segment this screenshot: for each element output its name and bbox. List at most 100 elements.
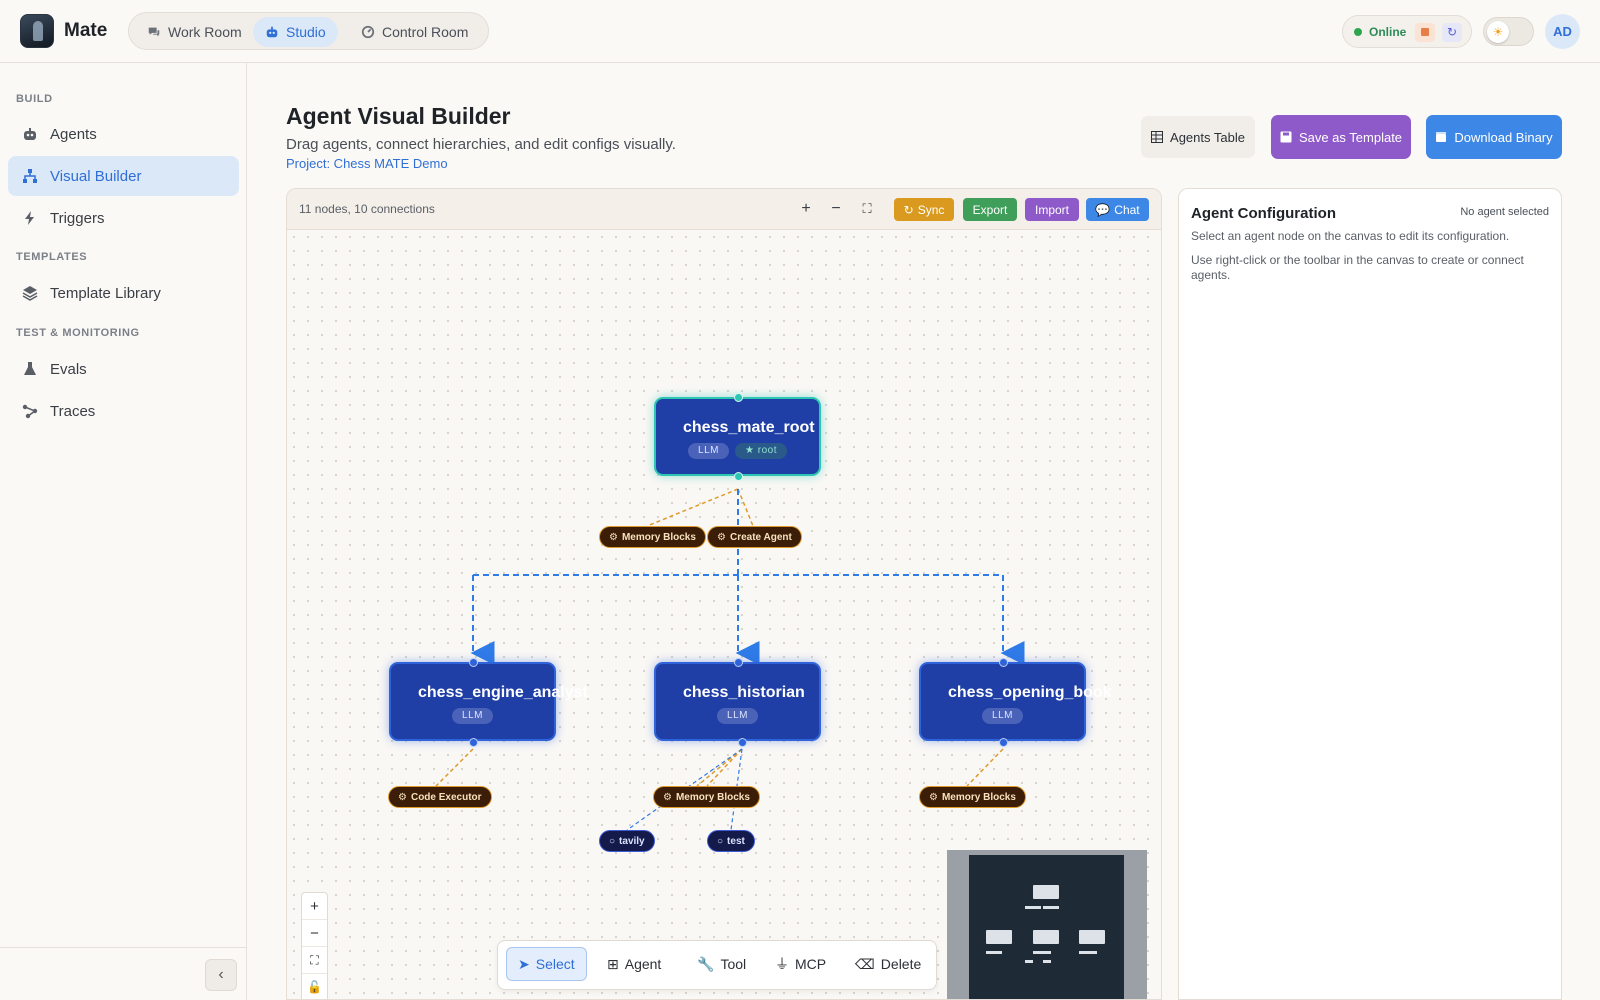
sync-button[interactable]: ↻ Sync — [894, 198, 954, 221]
tool-chip-memory-blocks[interactable]: ⚙ Memory Blocks — [919, 786, 1026, 808]
config-hint: Select an agent node on the canvas to ed… — [1191, 229, 1510, 243]
mcp-icon: ○ — [609, 835, 616, 847]
zoom-out-button[interactable]: − — [824, 197, 848, 221]
zoom-in-button[interactable]: + — [302, 893, 327, 920]
sidebar-item-triggers[interactable]: Triggers — [8, 198, 239, 238]
project-link[interactable]: Project: Chess MATE Demo — [286, 156, 448, 171]
graph-canvas[interactable]: chess_mate_root LLM ★ root chess_engine_… — [287, 230, 1161, 999]
user-avatar[interactable]: AD — [1545, 14, 1580, 49]
fit-view-button[interactable]: ⛶ — [302, 947, 327, 974]
refresh-button[interactable]: ↻ — [1442, 23, 1462, 42]
mode-tool[interactable]: 🔧 Tool — [686, 947, 757, 981]
export-button[interactable]: Export — [963, 198, 1017, 221]
minimap-node — [986, 930, 1012, 944]
minimap-node — [1033, 885, 1059, 899]
config-hint: Use right-click or the toolbar in the ca… — [1191, 253, 1524, 282]
mode-delete[interactable]: ⌫ Delete — [844, 947, 932, 981]
node-output-port[interactable] — [999, 738, 1008, 747]
tool-chip-memory-blocks[interactable]: ⚙ Memory Blocks — [653, 786, 760, 808]
tab-studio[interactable]: Studio — [253, 17, 338, 47]
mode-agent[interactable]: ⊞ Agent — [596, 947, 672, 981]
minimap[interactable] — [947, 850, 1147, 999]
agent-node-opening-book[interactable]: chess_opening_book LLM — [919, 662, 1112, 741]
mode-select[interactable]: ➤ Select — [506, 947, 587, 981]
node-input-port[interactable] — [999, 658, 1008, 667]
plus-square-icon: ⊞ — [607, 955, 619, 972]
chip-label: Memory Blocks — [675, 791, 750, 803]
import-button[interactable]: Import — [1025, 198, 1079, 221]
sidebar-item-label: Agents — [50, 125, 97, 143]
llm-badge: LLM — [688, 443, 729, 459]
mcp-chip-test[interactable]: ○ test — [707, 830, 755, 852]
tool-icon: ⚙ — [609, 531, 618, 543]
tool-chip-code-executor[interactable]: ⚙ Code Executor — [388, 786, 492, 808]
tool-chip-memory-blocks[interactable]: ⚙ Memory Blocks — [599, 526, 706, 548]
tool-icon: ⚙ — [929, 791, 938, 803]
node-output-port[interactable] — [738, 738, 747, 747]
sidebar-item-template-library[interactable]: Template Library — [8, 273, 239, 313]
minimap-chip — [1043, 960, 1051, 963]
top-bar: Mate Work Room Studio Control Room Onlin… — [0, 0, 1600, 63]
lock-button[interactable]: 🔓 — [302, 974, 327, 999]
sidebar-item-evals[interactable]: Evals — [8, 349, 239, 389]
collapse-sidebar-button[interactable]: ‹ — [205, 959, 237, 991]
agent-node-engine-analyst[interactable]: chess_engine_analyst LLM — [389, 662, 588, 741]
chip-label: Memory Blocks — [941, 791, 1016, 803]
hierarchy-icon — [22, 168, 38, 184]
minimap-node — [1033, 930, 1059, 944]
mode-label: MCP — [795, 956, 827, 972]
sidebar-item-label: Evals — [50, 360, 87, 378]
agents-table-label: Agents Table — [1170, 129, 1245, 145]
llm-badge: LLM — [982, 708, 1023, 724]
export-label: Export — [972, 202, 1008, 217]
chip-label: test — [727, 835, 745, 847]
node-output-port[interactable] — [734, 472, 743, 481]
agent-node-historian[interactable]: chess_historian LLM — [654, 662, 821, 741]
tab-work-room[interactable]: Work Room — [135, 17, 254, 47]
cursor-icon: ➤ — [518, 955, 530, 972]
mcp-chip-tavily[interactable]: ○ tavily — [599, 830, 655, 852]
connection-status: Online ↻ — [1342, 15, 1472, 48]
tab-control-room[interactable]: Control Room — [349, 17, 480, 47]
tool-chip-create-agent[interactable]: ⚙ Create Agent — [707, 526, 802, 548]
online-dot — [1354, 28, 1362, 36]
sidebar-item-agents[interactable]: Agents — [8, 114, 239, 154]
app-name: Mate — [64, 20, 108, 41]
edge-root-create — [737, 488, 754, 527]
node-input-port[interactable] — [469, 658, 478, 667]
node-output-port[interactable] — [469, 738, 478, 747]
chip-label: Memory Blocks — [621, 531, 696, 543]
config-selection-status: No agent selected — [1460, 206, 1549, 218]
sidebar-item-traces[interactable]: Traces — [8, 391, 239, 431]
app-logo[interactable] — [20, 14, 54, 48]
sidebar-item-visual-builder[interactable]: Visual Builder — [8, 156, 239, 196]
node-input-port[interactable] — [734, 393, 743, 402]
agents-table-button[interactable]: Agents Table — [1141, 116, 1255, 158]
zoom-out-button[interactable]: − — [302, 920, 327, 947]
download-binary-label: Download Binary — [1454, 129, 1553, 145]
save-as-template-button[interactable]: Save as Template — [1271, 115, 1411, 159]
fit-view-button[interactable]: ⛶ — [855, 197, 879, 221]
download-binary-button[interactable]: Download Binary — [1426, 115, 1562, 159]
chat-button[interactable]: 💬 Chat — [1086, 198, 1149, 221]
share-nodes-icon — [22, 403, 38, 419]
zoom-in-button[interactable]: + — [794, 197, 818, 221]
stop-button[interactable] — [1415, 23, 1435, 42]
refresh-icon: ↻ — [1446, 25, 1458, 39]
wrench-icon: 🔧 — [697, 955, 715, 972]
theme-toggle[interactable]: ☀ — [1483, 17, 1534, 46]
edge-opening-memory — [966, 748, 1004, 787]
eraser-icon: ⌫ — [855, 955, 875, 972]
tab-control-room-label: Control Room — [382, 24, 469, 40]
llm-badge: LLM — [452, 708, 493, 724]
tool-icon: ⚙ — [717, 531, 726, 543]
flask-icon — [22, 361, 38, 377]
mode-mcp[interactable]: ⏚ MCP — [764, 947, 837, 981]
sidebar-item-label: Visual Builder — [50, 167, 142, 185]
node-input-port[interactable] — [734, 658, 743, 667]
agent-node-root[interactable]: chess_mate_root LLM ★ root — [654, 397, 821, 476]
tab-studio-label: Studio — [286, 24, 326, 40]
canvas-panel: 11 nodes, 10 connections + − ⛶ ↻ Sync Exp… — [286, 188, 1162, 1000]
minimap-chip — [1025, 960, 1033, 963]
root-badge-label: root — [757, 445, 777, 456]
